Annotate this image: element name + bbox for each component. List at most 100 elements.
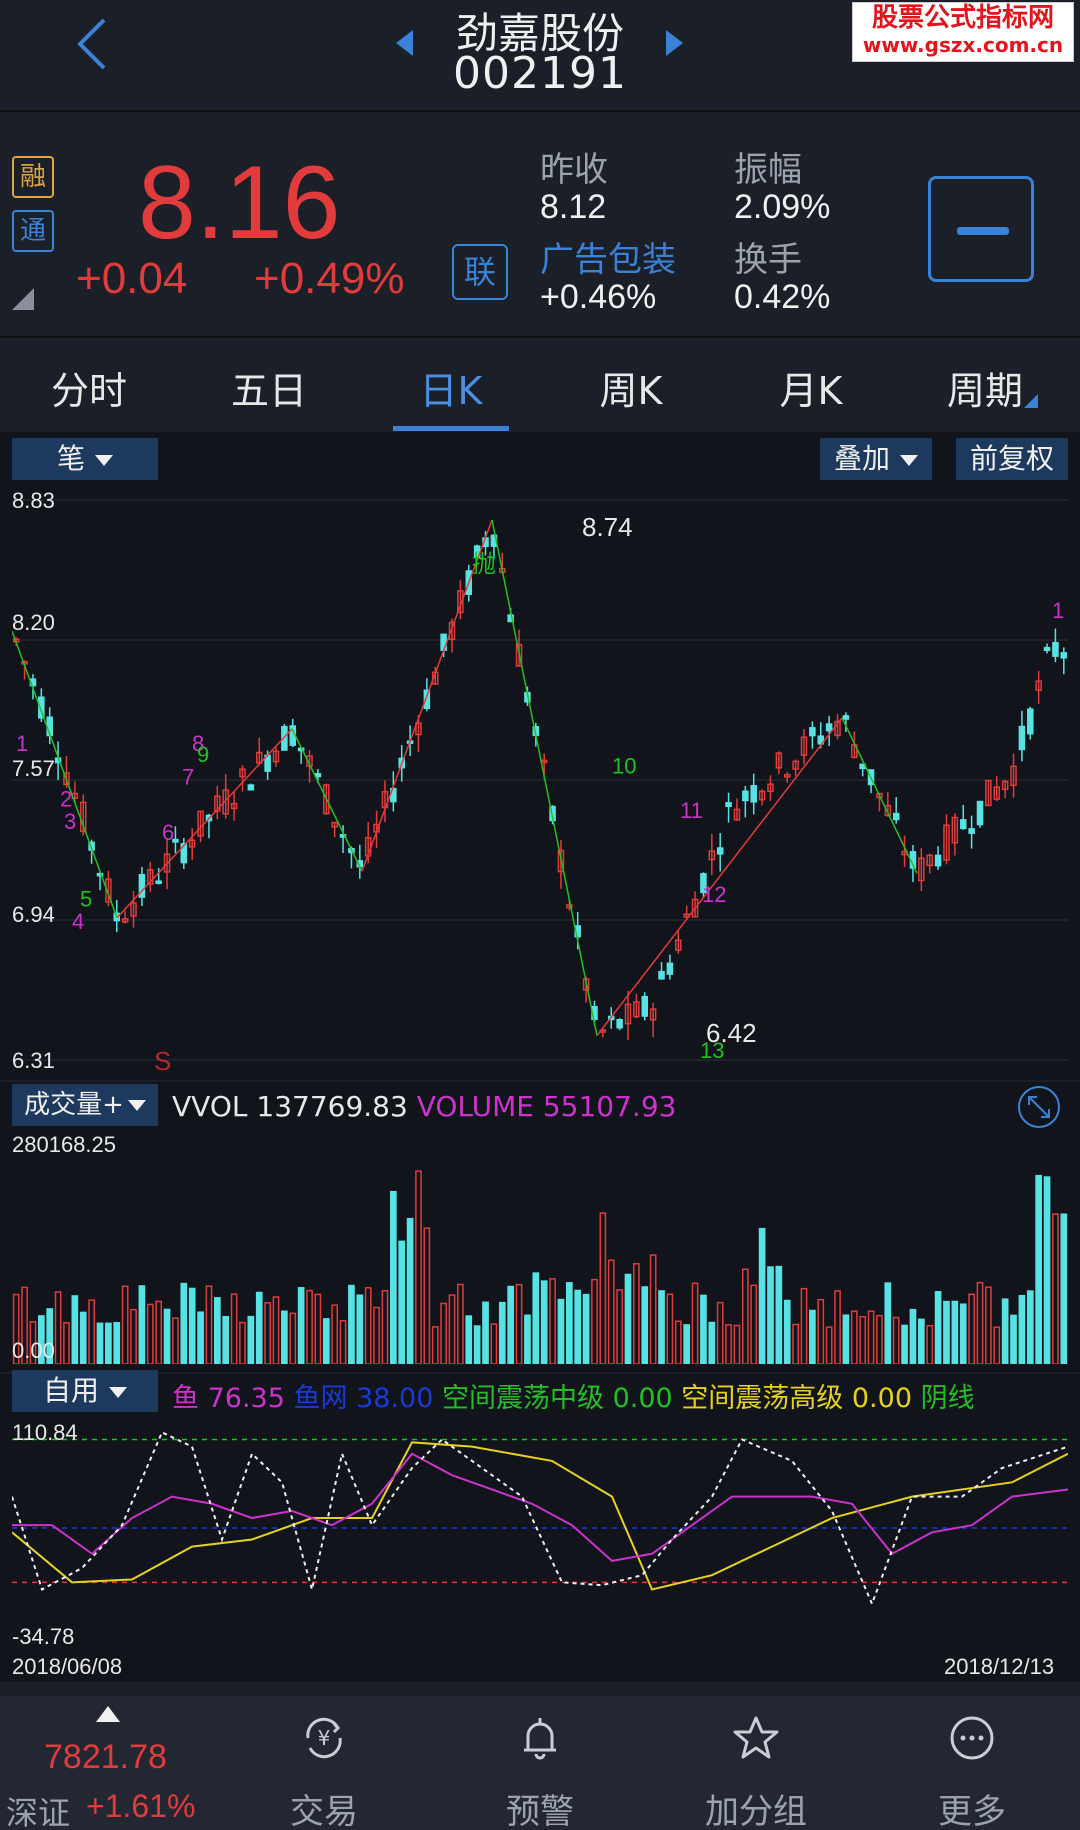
- volume-bar: [834, 1290, 841, 1364]
- volume-bar: [767, 1266, 774, 1364]
- yin-label: 阴线: [920, 1383, 975, 1414]
- drawing-mode-dropdown[interactable]: 笔: [12, 438, 158, 480]
- volume-indicator-dropdown[interactable]: 成交量+: [12, 1084, 158, 1126]
- bottom-nav: 7821.78 深证 +1.61% ¥ 交易 预警 加分组 更多: [0, 1696, 1080, 1830]
- volume-bar: [599, 1212, 607, 1364]
- amplitude-label: 振幅: [734, 150, 802, 190]
- watermark-title: 股票公式指标网: [871, 3, 1054, 33]
- tab-daily-k[interactable]: 日K: [376, 360, 526, 415]
- kline-chart[interactable]: 123456789 101112131: [12, 486, 1068, 1074]
- volume-bar: [398, 1240, 406, 1364]
- volume-chart[interactable]: [12, 1130, 1068, 1364]
- overlay-dropdown[interactable]: 叠加: [820, 438, 932, 480]
- trend-stroke-line: [491, 519, 598, 1036]
- up-arrow-icon: [96, 1706, 120, 1722]
- index-name: 深证: [6, 1794, 71, 1830]
- period-dropdown-icon: [1024, 394, 1038, 408]
- volume-bar: [859, 1315, 867, 1364]
- prev-stock-arrow-icon[interactable]: [396, 30, 413, 56]
- overlay-label: 叠加: [833, 442, 890, 475]
- index-ticker[interactable]: 7821.78 深证 +1.61%: [0, 1696, 216, 1830]
- turnover-label: 换手: [734, 240, 802, 280]
- volume-bar: [515, 1283, 523, 1364]
- candle-body: [934, 854, 942, 867]
- kline-y-label: 6.31: [12, 1048, 55, 1073]
- candle-body: [725, 802, 732, 808]
- td-count-marker: 5: [80, 887, 92, 912]
- candle-body: [809, 727, 816, 737]
- period-tabs: 分时 五日 日K 周K 月K 周期: [0, 336, 1080, 431]
- candle-body: [641, 995, 649, 1017]
- tab-monthly-k[interactable]: 月K: [736, 360, 886, 415]
- volume-bar: [63, 1322, 70, 1364]
- high-value: 0.00: [851, 1383, 912, 1414]
- expand-arrows-icon[interactable]: [1016, 1084, 1062, 1130]
- volume-bar: [809, 1309, 816, 1364]
- candle-body: [842, 715, 850, 720]
- volume-bar: [884, 1282, 892, 1364]
- volume-bar: [130, 1308, 137, 1364]
- price-change-percent: +0.49%: [254, 254, 405, 303]
- volume-bar: [1035, 1174, 1043, 1364]
- volume-bar: [172, 1317, 179, 1364]
- sector-link[interactable]: 广告包装: [540, 232, 676, 281]
- star-icon: [733, 1716, 779, 1759]
- indicator-dropdown[interactable]: 自用: [12, 1370, 158, 1412]
- end-date-label: 2018/12/13: [944, 1654, 1055, 1679]
- volume-bar: [423, 1227, 431, 1364]
- volume-bar: [71, 1295, 79, 1364]
- yellow-trend-line: [12, 1441, 1068, 1591]
- td-count-marker: 1: [16, 731, 28, 756]
- candle-body: [1043, 646, 1051, 652]
- volume-bar: [524, 1314, 531, 1364]
- last-price: 8.16: [138, 145, 341, 261]
- volume-bar: [188, 1287, 196, 1364]
- volume-bar: [800, 1287, 808, 1364]
- volume-bar: [909, 1308, 917, 1364]
- volume-bar: [741, 1268, 749, 1364]
- volume-bar: [725, 1324, 732, 1364]
- fish-label: 鱼: [172, 1383, 199, 1414]
- kline-y-label: 8.83: [12, 488, 55, 513]
- next-stock-arrow-icon[interactable]: [666, 30, 683, 56]
- trend-stroke-line: [841, 717, 918, 874]
- volume-bar: [549, 1278, 556, 1364]
- td-count-marker: 9: [197, 742, 209, 767]
- start-date-label: 2018/06/08: [12, 1654, 123, 1679]
- trend-stroke-line: [291, 728, 363, 872]
- volume-bar: [926, 1324, 934, 1364]
- adjust-button[interactable]: 前复权: [956, 438, 1068, 480]
- candle-body: [658, 970, 665, 980]
- volume-bar: [507, 1285, 515, 1364]
- linked-stock-button[interactable]: 联: [452, 244, 508, 300]
- high-label: 空间震荡高级: [681, 1383, 844, 1414]
- volume-bar: [901, 1324, 908, 1364]
- prev-close-label: 昨收: [540, 150, 608, 190]
- tab-five-day[interactable]: 五日: [194, 360, 344, 415]
- volume-bar: [255, 1291, 263, 1364]
- volume-bar: [348, 1284, 355, 1364]
- sell-signal-marker: S: [154, 1046, 172, 1076]
- volume-bar: [213, 1297, 221, 1364]
- volume-bar: [457, 1283, 464, 1364]
- volume-bar: [465, 1315, 473, 1364]
- tab-intraday[interactable]: 分时: [14, 360, 164, 415]
- expand-corner-icon[interactable]: [12, 288, 34, 310]
- remove-watchlist-button[interactable]: [928, 176, 1034, 282]
- td-count-marker: 4: [72, 909, 84, 934]
- volume-bar: [373, 1306, 380, 1364]
- indicator-chart[interactable]: [12, 1416, 1068, 1648]
- volume-bar: [842, 1314, 850, 1364]
- volume-bar: [222, 1315, 230, 1364]
- volume-bar: [163, 1308, 171, 1364]
- volume-bar: [54, 1291, 62, 1364]
- volume-bar: [364, 1287, 372, 1364]
- volume-bar: [892, 1316, 900, 1364]
- volume-bar: [641, 1286, 649, 1364]
- vvol-label: VVOL: [172, 1090, 248, 1123]
- volume-bar: [79, 1311, 87, 1364]
- tab-weekly-k[interactable]: 周K: [556, 360, 706, 415]
- nav-trade-label: 交易: [290, 1792, 358, 1830]
- candle-body: [968, 828, 975, 834]
- volume-bar: [607, 1259, 615, 1364]
